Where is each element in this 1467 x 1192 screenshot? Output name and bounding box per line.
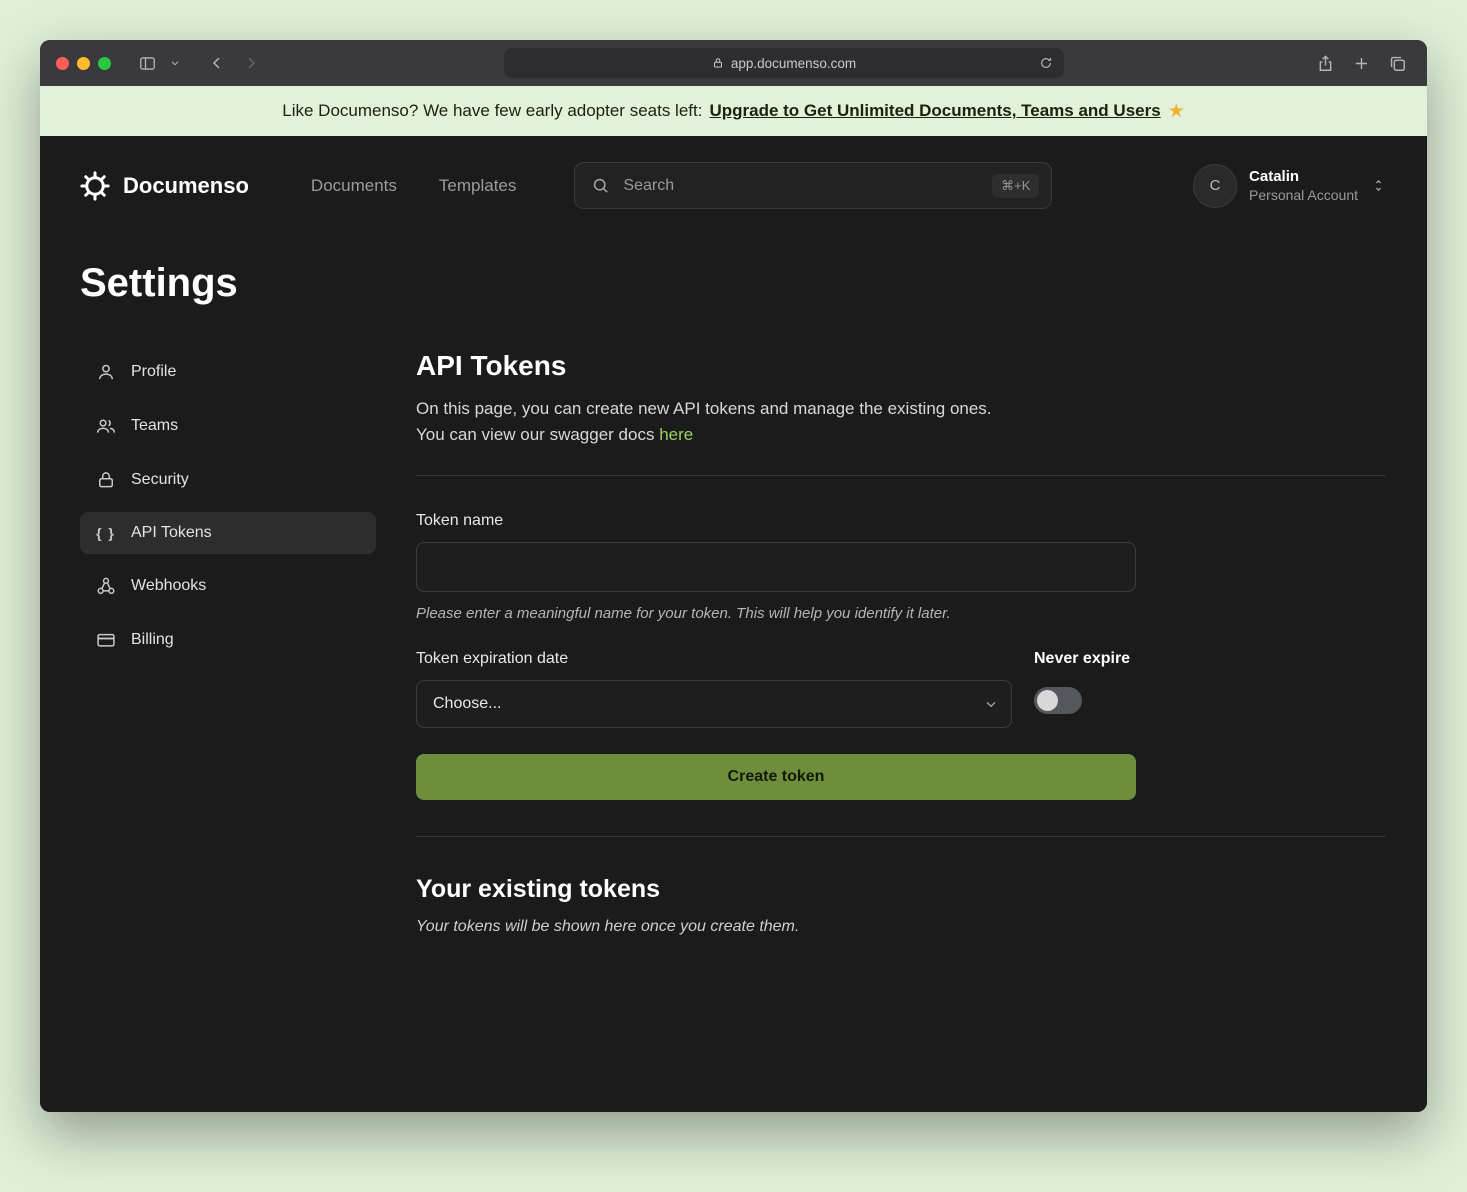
app-header: Documenso Documents Templates ⌘+K C Cata… [40, 136, 1427, 209]
never-expire-toggle[interactable] [1034, 687, 1082, 714]
sidebar-item-label: Webhooks [131, 577, 206, 595]
brand-name: Documenso [123, 173, 249, 199]
minimize-window-button[interactable] [77, 57, 90, 70]
users-icon [96, 416, 116, 436]
search-box[interactable]: ⌘+K [574, 162, 1052, 209]
expiration-select-value: Choose... [433, 695, 501, 713]
share-icon[interactable] [1311, 49, 1339, 77]
chevron-down-icon [983, 696, 999, 712]
account-menu[interactable]: C Catalin Personal Account [1193, 164, 1387, 208]
avatar: C [1193, 164, 1237, 208]
nav-templates[interactable]: Templates [439, 176, 516, 196]
nav-documents[interactable]: Documents [311, 176, 397, 196]
promo-banner: Like Documenso? We have few early adopte… [40, 86, 1427, 136]
swagger-docs-link[interactable]: here [659, 425, 693, 444]
url-text: app.documenso.com [731, 56, 856, 71]
braces-icon: { } [96, 525, 116, 541]
banner-text: Like Documenso? We have few early adopte… [282, 101, 702, 121]
sidebar-menu-chevron-icon[interactable] [167, 49, 183, 77]
divider [416, 475, 1386, 476]
api-tokens-panel: API Tokens On this page, you can create … [416, 350, 1386, 936]
divider [416, 836, 1386, 837]
create-token-button[interactable]: Create token [416, 754, 1136, 800]
sidebar-item-profile[interactable]: Profile [80, 350, 376, 394]
section-description: On this page, you can create new API tok… [416, 396, 1386, 449]
token-name-hint: Please enter a meaningful name for your … [416, 605, 1386, 622]
traffic-lights [56, 57, 111, 70]
new-tab-icon[interactable] [1347, 49, 1375, 77]
url-bar[interactable]: app.documenso.com [504, 48, 1064, 78]
token-name-input[interactable] [416, 542, 1136, 592]
settings-sidebar: Profile Teams Security { } API Token [80, 350, 376, 936]
documenso-logo-icon [80, 171, 110, 201]
sidebar-item-label: Billing [131, 631, 174, 649]
section-heading: API Tokens [416, 350, 1386, 382]
security-lock-icon [96, 470, 116, 490]
existing-tokens-section: Your existing tokens Your tokens will be… [416, 875, 1386, 936]
star-icon: ★ [1168, 100, 1185, 123]
existing-tokens-heading: Your existing tokens [416, 875, 1386, 904]
sidebar-item-label: Teams [131, 417, 178, 435]
description-line1: On this page, you can create new API tok… [416, 399, 992, 418]
brand-home-link[interactable]: Documenso [80, 171, 249, 201]
account-name: Catalin [1249, 168, 1358, 185]
browser-titlebar: app.documenso.com [40, 40, 1427, 86]
browser-window: app.documenso.com Like Documenso? We hav… [40, 40, 1427, 1112]
back-button[interactable] [203, 49, 231, 77]
main-nav: Documents Templates [311, 176, 516, 196]
chevrons-up-down-icon [1370, 177, 1387, 194]
forward-button[interactable] [237, 49, 265, 77]
search-icon [591, 176, 610, 195]
sidebar-item-webhooks[interactable]: Webhooks [80, 564, 376, 608]
sidebar-item-security[interactable]: Security [80, 458, 376, 502]
refresh-icon[interactable] [1034, 51, 1058, 75]
page-title: Settings [80, 261, 1387, 306]
credit-card-icon [96, 630, 116, 650]
token-name-label: Token name [416, 512, 1386, 530]
user-icon [96, 362, 116, 382]
account-type: Personal Account [1249, 187, 1358, 203]
sidebar-item-label: API Tokens [131, 524, 212, 542]
sidebar-item-label: Security [131, 471, 189, 489]
zoom-window-button[interactable] [98, 57, 111, 70]
expiration-label: Token expiration date [416, 650, 1012, 668]
search-shortcut-badge: ⌘+K [992, 174, 1039, 198]
search-input[interactable] [621, 176, 981, 196]
sidebar-item-billing[interactable]: Billing [80, 618, 376, 662]
existing-tokens-empty-text: Your tokens will be shown here once you … [416, 918, 1386, 936]
description-line2: You can view our swagger docs [416, 425, 654, 444]
close-window-button[interactable] [56, 57, 69, 70]
lock-icon [712, 57, 724, 69]
sidebar-item-label: Profile [131, 363, 176, 381]
webhook-icon [96, 576, 116, 596]
toggle-knob [1037, 690, 1058, 711]
sidebar-item-api-tokens[interactable]: { } API Tokens [80, 512, 376, 554]
sidebar-item-teams[interactable]: Teams [80, 404, 376, 448]
app-page: Documenso Documents Templates ⌘+K C Cata… [40, 136, 1427, 1112]
expiration-select[interactable]: Choose... [416, 680, 1012, 728]
sidebar-toggle-icon[interactable] [133, 49, 161, 77]
never-expire-label: Never expire [1034, 650, 1130, 668]
tab-overview-icon[interactable] [1383, 49, 1411, 77]
upgrade-link[interactable]: Upgrade to Get Unlimited Documents, Team… [709, 101, 1160, 121]
